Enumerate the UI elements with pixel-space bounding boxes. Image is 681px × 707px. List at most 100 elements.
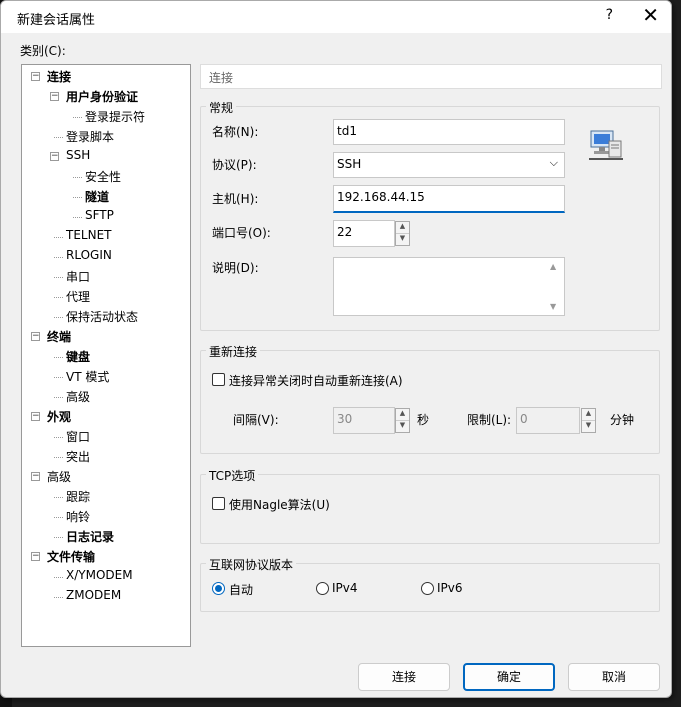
ipv4-label: IPv4 (332, 581, 358, 595)
chevron-down-icon: ⌵ (549, 156, 558, 169)
tree-item[interactable]: 终端 (47, 328, 71, 345)
tree-item[interactable]: 隧道 (85, 188, 109, 205)
tree-connector (73, 217, 82, 218)
description-label: 说明(D): (212, 261, 259, 275)
tree-connector (54, 237, 63, 238)
scroll-down-icon[interactable]: ▼ (550, 302, 556, 311)
host-label: 主机(H): (212, 192, 259, 206)
tree-item[interactable]: 用户身份验证 (66, 88, 138, 105)
tree-item[interactable]: 突出 (66, 448, 90, 465)
up-arrow-icon[interactable]: ▲ (396, 222, 409, 234)
port-input[interactable]: 22 (333, 220, 395, 247)
protocol-select[interactable]: SSH ⌵ (333, 152, 565, 178)
tree-connector (54, 357, 63, 358)
section-header: 连接 (200, 64, 662, 89)
down-arrow-icon[interactable]: ▼ (582, 421, 595, 433)
tree-connector (73, 177, 82, 178)
name-label: 名称(N): (212, 125, 259, 139)
nagle-checkbox[interactable] (212, 497, 225, 510)
tree-item[interactable]: 外观 (47, 408, 71, 425)
ipv4-radio[interactable] (316, 582, 329, 595)
tree-item[interactable]: RLOGIN (66, 248, 112, 262)
tree-connector (54, 437, 63, 438)
tree-connector (54, 377, 63, 378)
up-arrow-icon[interactable]: ▲ (396, 409, 409, 421)
tree-connector (73, 197, 82, 198)
limit-stepper[interactable]: ▲ ▼ (581, 408, 596, 433)
cancel-button[interactable]: 取消 (568, 663, 660, 691)
tree-connector (54, 517, 63, 518)
ip-auto-label: 自动 (229, 583, 254, 597)
protocol-value: SSH (337, 157, 362, 171)
category-label: 类别(C): (20, 44, 66, 58)
tree-connector (54, 577, 63, 578)
tree-item[interactable]: SSH (66, 148, 90, 162)
collapse-toggle-icon[interactable]: − (31, 332, 40, 341)
tree-item[interactable]: 文件传输 (47, 548, 95, 565)
host-input[interactable]: 192.168.44.15 (333, 185, 565, 213)
tree-connector (54, 317, 63, 318)
tree-item[interactable]: 登录提示符 (85, 108, 145, 125)
ok-button[interactable]: 确定 (463, 663, 555, 691)
description-textarea[interactable] (333, 257, 565, 316)
tree-item[interactable]: 保持活动状态 (66, 308, 138, 325)
interval-stepper[interactable]: ▲ ▼ (395, 408, 410, 433)
tree-item[interactable]: 安全性 (85, 168, 121, 185)
interval-input[interactable]: 30 (333, 407, 395, 434)
collapse-toggle-icon[interactable]: − (31, 412, 40, 421)
tree-item[interactable]: TELNET (66, 228, 112, 242)
collapse-toggle-icon[interactable]: − (31, 552, 40, 561)
network-computer-icon (589, 130, 623, 160)
tree-item[interactable]: 连接 (47, 68, 71, 85)
tree-item[interactable]: X/YMODEM (66, 568, 133, 582)
reconnect-group (200, 350, 660, 454)
collapse-toggle-icon[interactable]: − (50, 92, 59, 101)
auto-reconnect-label: 连接异常关闭时自动重新连接(A) (229, 374, 403, 388)
category-tree[interactable]: 连接 − 用户身份验证 − 登录提示符 登录脚本 SSH − 安全性 隧道 SFTP TELNET RL… (21, 64, 191, 647)
tree-connector (54, 277, 63, 278)
down-arrow-icon[interactable]: ▼ (396, 421, 409, 433)
tree-item[interactable]: 代理 (66, 288, 90, 305)
limit-input[interactable]: 0 (516, 407, 580, 434)
close-button[interactable]: ✕ (642, 3, 659, 27)
general-group-title: 常规 (206, 99, 237, 116)
help-button[interactable]: ? (606, 7, 613, 23)
collapse-toggle-icon[interactable]: − (50, 152, 59, 161)
tree-item[interactable]: 窗口 (66, 428, 90, 445)
tree-connector (73, 117, 82, 118)
tree-item[interactable]: 键盘 (66, 348, 90, 365)
reconnect-group-title: 重新连接 (206, 343, 261, 360)
tree-connector (54, 137, 63, 138)
port-stepper[interactable]: ▲ ▼ (395, 221, 410, 246)
interval-unit: 秒 (417, 413, 430, 427)
name-input[interactable]: td1 (333, 119, 565, 145)
tree-connector (54, 397, 63, 398)
ipv6-radio[interactable] (421, 582, 434, 595)
down-arrow-icon[interactable]: ▼ (396, 234, 409, 246)
collapse-toggle-icon[interactable]: − (31, 72, 40, 81)
tree-item[interactable]: ZMODEM (66, 588, 121, 602)
protocol-label: 协议(P): (212, 158, 257, 172)
tree-item[interactable]: 日志记录 (66, 528, 114, 545)
tree-item[interactable]: VT 模式 (66, 368, 109, 385)
tree-item[interactable]: SFTP (85, 208, 114, 222)
auto-reconnect-checkbox[interactable] (212, 373, 225, 386)
scroll-up-icon[interactable]: ▲ (550, 262, 556, 271)
ip-auto-radio[interactable] (212, 582, 225, 595)
tree-connector (54, 457, 63, 458)
connect-button[interactable]: 连接 (358, 663, 450, 691)
port-label: 端口号(O): (212, 226, 271, 240)
tree-item[interactable]: 跟踪 (66, 488, 90, 505)
ip-version-group-title: 互联网协议版本 (206, 556, 297, 573)
tree-item[interactable]: 高级 (66, 388, 90, 405)
title-bar: 新建会话属性 ? ✕ (1, 1, 671, 33)
limit-unit: 分钟 (610, 413, 635, 427)
tree-item[interactable]: 登录脚本 (66, 128, 114, 145)
up-arrow-icon[interactable]: ▲ (582, 409, 595, 421)
tree-item[interactable]: 串口 (66, 268, 90, 285)
nagle-label: 使用Nagle算法(U) (229, 498, 330, 512)
interval-label: 间隔(V): (233, 413, 279, 427)
tree-item[interactable]: 高级 (47, 468, 71, 485)
tree-item[interactable]: 响铃 (66, 508, 90, 525)
collapse-toggle-icon[interactable]: − (31, 472, 40, 481)
